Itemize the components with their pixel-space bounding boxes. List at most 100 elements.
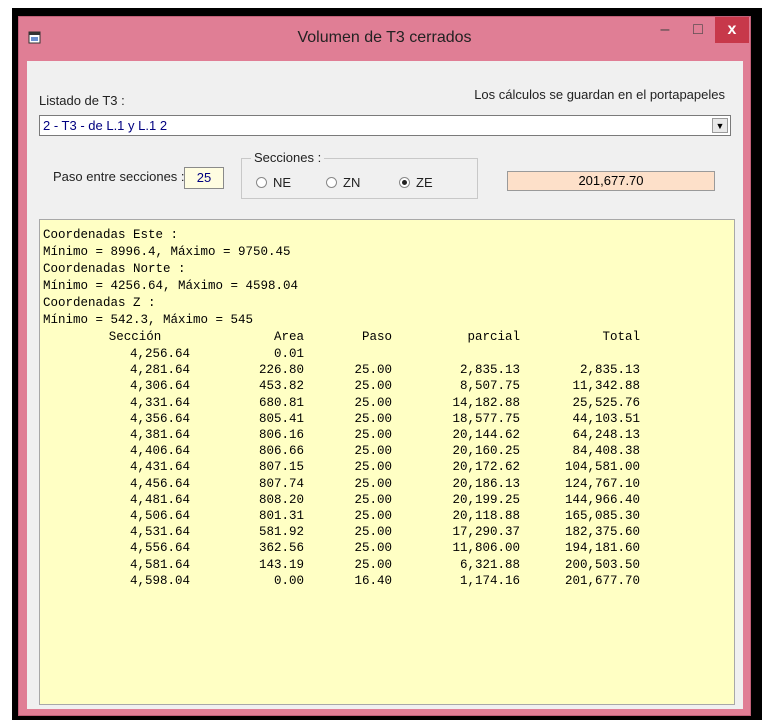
table-cell-paso: 25.00 xyxy=(354,460,392,475)
table-cell-total: 44,103.51 xyxy=(572,411,640,426)
table-cell-area: 0.00 xyxy=(273,573,304,588)
column-header-total: Total xyxy=(602,330,640,344)
table-cell-seccion: 4,506.64 xyxy=(129,509,190,523)
table-cell-seccion: 4,306.64 xyxy=(129,379,190,394)
output-line: Coordenadas Este : xyxy=(43,228,179,242)
table-cell-area: 0.01 xyxy=(273,347,304,361)
table-cell-area: 453.82 xyxy=(258,379,304,394)
table-cell-area: 808.20 xyxy=(258,492,304,507)
table-cell-total: 64,248.13 xyxy=(572,428,640,442)
radio-ze[interactable]: ZE xyxy=(399,175,433,190)
radio-ne[interactable]: NE xyxy=(256,175,291,190)
minimize-button[interactable]: – xyxy=(647,17,683,43)
radio-ze-label: ZE xyxy=(416,175,433,190)
table-cell-parcial: 20,160.25 xyxy=(452,444,520,459)
table-cell-paso: 25.00 xyxy=(354,509,392,523)
table-cell-total: 165,085.30 xyxy=(564,509,640,523)
table-cell-parcial: 2,835.13 xyxy=(459,363,520,378)
table-cell-total: 200,503.50 xyxy=(564,557,640,572)
table-cell-seccion: 4,356.64 xyxy=(129,411,190,426)
table-cell-total: 2,835.13 xyxy=(579,363,640,378)
t3-select-value: 2 - T3 - de L.1 y L.1 2 xyxy=(43,118,168,133)
table-cell-area: 807.74 xyxy=(258,476,304,491)
table-cell-parcial: 20,118.88 xyxy=(452,509,520,523)
output-line: Coordenadas Z : xyxy=(43,296,156,310)
table-cell-paso: 25.00 xyxy=(354,395,392,410)
table-cell-parcial: 20,199.25 xyxy=(452,492,520,507)
table-cell-total: 104,581.00 xyxy=(564,460,640,475)
table-cell-paso: 25.00 xyxy=(354,557,392,572)
table-cell-total: 25,525.76 xyxy=(572,395,640,410)
table-cell-paso: 25.00 xyxy=(354,363,392,378)
table-cell-total: 201,677.70 xyxy=(564,573,640,588)
listado-label: Listado de T3 : xyxy=(39,93,125,108)
table-cell-parcial: 8,507.75 xyxy=(459,379,520,394)
table-cell-paso: 25.00 xyxy=(354,541,392,556)
column-header-seccion: Sección xyxy=(108,330,162,344)
t3-select[interactable]: 2 - T3 - de L.1 y L.1 2 ▼ xyxy=(39,115,731,136)
maximize-button[interactable]: □ xyxy=(683,17,713,43)
table-cell-paso: 25.00 xyxy=(354,411,392,426)
table-cell-seccion: 4,256.64 xyxy=(129,347,190,361)
table-cell-seccion: 4,598.04 xyxy=(129,573,190,588)
column-header-paso: Paso xyxy=(361,330,392,344)
table-cell-area: 806.66 xyxy=(258,444,304,459)
table-cell-area: 362.56 xyxy=(258,541,304,556)
column-header-parcial: parcial xyxy=(467,330,520,344)
table-cell-seccion: 4,531.64 xyxy=(129,525,190,540)
table-cell-area: 807.15 xyxy=(258,460,304,475)
table-cell-area: 143.19 xyxy=(258,557,304,572)
table-cell-paso: 25.00 xyxy=(354,428,392,442)
table-cell-total: 124,767.10 xyxy=(564,476,640,491)
app-window: Volumen de T3 cerrados – □ x Listado de … xyxy=(18,16,751,716)
secciones-label: Secciones : xyxy=(251,150,325,165)
radio-ne-indicator xyxy=(256,177,267,188)
chevron-down-icon[interactable]: ▼ xyxy=(712,118,728,133)
table-cell-seccion: 4,581.64 xyxy=(129,557,190,572)
table-cell-seccion: 4,331.64 xyxy=(129,395,190,410)
radio-ze-indicator xyxy=(399,177,410,188)
table-cell-area: 805.41 xyxy=(258,411,304,426)
table-cell-paso: 25.00 xyxy=(354,492,392,507)
output-line: Mínimo = 542.3, Máximo = 545 xyxy=(43,313,254,327)
paso-label: Paso entre secciones : xyxy=(53,169,185,184)
column-header-area: Area xyxy=(273,330,304,344)
radio-zn-label: ZN xyxy=(343,175,361,190)
table-cell-paso: 25.00 xyxy=(354,476,392,491)
table-cell-paso: 25.00 xyxy=(354,525,392,540)
table-cell-total: 144,966.40 xyxy=(564,492,640,507)
title-bar[interactable]: Volumen de T3 cerrados – □ x xyxy=(19,17,750,61)
output-line: Coordenadas Norte : xyxy=(43,262,186,276)
close-button[interactable]: x xyxy=(715,17,749,43)
table-cell-total: 84,408.38 xyxy=(572,444,640,459)
table-cell-area: 806.16 xyxy=(258,428,304,442)
table-cell-parcial: 20,186.13 xyxy=(452,476,520,491)
table-cell-seccion: 4,456.64 xyxy=(129,476,190,491)
table-cell-seccion: 4,431.64 xyxy=(129,460,190,475)
table-cell-seccion: 4,406.64 xyxy=(129,444,190,459)
secciones-group: Secciones : NE ZN ZE xyxy=(241,150,478,199)
table-cell-parcial: 6,321.88 xyxy=(459,557,520,572)
table-cell-parcial: 14,182.88 xyxy=(452,395,520,410)
table-cell-area: 581.92 xyxy=(258,525,304,540)
window-client-area: Listado de T3 : Los cálculos se guardan … xyxy=(27,61,743,709)
clipboard-note: Los cálculos se guardan en el portapapel… xyxy=(474,87,725,102)
table-cell-seccion: 4,381.64 xyxy=(129,428,190,442)
table-cell-paso: 25.00 xyxy=(354,444,392,459)
window-title: Volumen de T3 cerrados xyxy=(297,29,472,46)
table-cell-area: 801.31 xyxy=(258,509,304,523)
paso-input[interactable]: 25 xyxy=(184,167,224,189)
table-cell-paso: 25.00 xyxy=(354,379,392,394)
table-cell-seccion: 4,481.64 xyxy=(129,492,190,507)
table-cell-total: 194,181.60 xyxy=(564,541,640,556)
table-cell-total: 182,375.60 xyxy=(564,525,640,540)
table-cell-parcial: 20,144.62 xyxy=(452,428,520,442)
radio-zn[interactable]: ZN xyxy=(326,175,360,190)
table-cell-paso: 16.40 xyxy=(354,573,392,588)
results-output[interactable]: Coordenadas Este : Mínimo = 8996.4, Máxi… xyxy=(39,219,735,705)
table-cell-parcial: 1,174.16 xyxy=(459,573,520,588)
table-cell-seccion: 4,281.64 xyxy=(129,363,190,378)
radio-zn-indicator xyxy=(326,177,337,188)
output-line: Mínimo = 4256.64, Máximo = 4598.04 xyxy=(43,279,299,293)
table-cell-total: 11,342.88 xyxy=(572,379,640,394)
